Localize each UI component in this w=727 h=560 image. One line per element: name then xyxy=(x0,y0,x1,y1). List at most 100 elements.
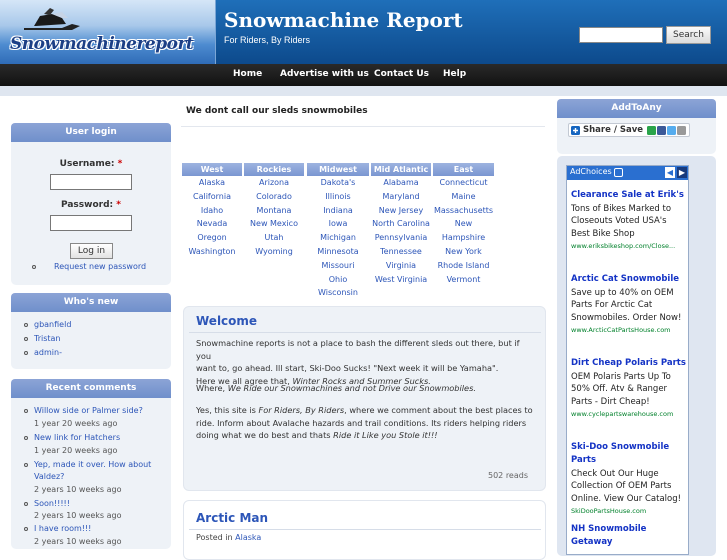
ad-url[interactable]: www.ArcticCatPartsHouse.com xyxy=(571,326,671,334)
username-field[interactable] xyxy=(50,174,132,190)
request-password-link[interactable]: Request new password xyxy=(54,262,146,271)
state-link[interactable]: Michigan xyxy=(307,231,369,245)
nav-advertise[interactable]: Advertise with us xyxy=(280,64,369,86)
state-link[interactable]: Missouri xyxy=(307,259,369,273)
region-column-mid-atlantic: Mid Atlantic Alabama Maryland New Jersey… xyxy=(371,163,431,300)
state-link[interactable]: Wisconsin xyxy=(307,286,369,300)
next-arrow-icon[interactable]: ▶ xyxy=(677,167,687,178)
comment-link[interactable]: New link for Hatchers xyxy=(34,433,120,442)
user-link[interactable]: admin- xyxy=(34,348,62,357)
state-link[interactable]: Tennessee xyxy=(371,245,431,259)
ad-body: Tons of Bikes Marked to Closeouts Voted U… xyxy=(571,204,672,239)
ad-url[interactable]: SkiDooPartsHouse.com xyxy=(571,507,646,515)
state-link[interactable]: Illinois xyxy=(307,190,369,204)
welcome-paragraph-2: Where, We Ride our Snowmachines and not … xyxy=(196,383,476,393)
state-link[interactable]: Washington xyxy=(182,245,242,259)
state-link[interactable]: Pennsylvania xyxy=(371,231,431,245)
state-link[interactable]: Connecticut xyxy=(433,176,494,190)
state-link[interactable]: Dakota's xyxy=(307,176,369,190)
welcome-paragraph-1: Snowmachine reports is not a place to ba… xyxy=(196,338,520,386)
state-link[interactable]: Wyoming xyxy=(244,245,304,259)
state-link[interactable]: Rhode Island xyxy=(433,259,494,273)
nav-home[interactable]: Home xyxy=(233,64,262,86)
ad-title[interactable]: Dirt Cheap Polaris Parts xyxy=(571,358,686,368)
state-link[interactable]: New Jersey xyxy=(371,204,431,218)
state-link[interactable]: Ohio xyxy=(307,273,369,287)
state-link[interactable]: Hampshire xyxy=(433,231,494,245)
divider xyxy=(181,126,545,127)
nav-shadow-strip xyxy=(0,86,727,96)
node-title[interactable]: Welcome xyxy=(196,314,257,328)
site-slogan: For Riders, By Riders xyxy=(224,35,311,45)
state-link[interactable]: Maryland xyxy=(371,190,431,204)
state-link[interactable]: Indiana xyxy=(307,204,369,218)
password-field[interactable] xyxy=(50,215,132,231)
state-link[interactable]: Virginia xyxy=(371,259,431,273)
ad-title[interactable]: Clearance Sale at Erik's xyxy=(571,190,684,200)
ad-title-continued[interactable]: Parts xyxy=(571,455,596,465)
ad-title[interactable]: Arctic Cat Snowmobile xyxy=(571,274,679,284)
state-link[interactable]: Montana xyxy=(244,204,304,218)
state-link[interactable]: Maine xyxy=(433,190,494,204)
state-link[interactable]: Arizona xyxy=(244,176,304,190)
state-link[interactable]: Massachusetts xyxy=(433,204,494,218)
comment-link[interactable]: I have room!!! xyxy=(34,524,91,533)
welcome-paragraph-3: Yes, this site is For Riders, By Riders,… xyxy=(196,405,533,440)
state-link[interactable]: West Virginia xyxy=(371,273,431,287)
state-link[interactable]: New xyxy=(433,217,494,231)
state-link[interactable]: Idaho xyxy=(182,204,242,218)
user-link[interactable]: gbanfield xyxy=(34,320,71,329)
adchoices-bar[interactable]: AdChoices ◀ ▶ xyxy=(567,166,688,180)
site-logo[interactable]: Snowmachinereport xyxy=(0,0,216,64)
state-link[interactable]: Utah xyxy=(244,231,304,245)
state-link[interactable]: Nevada xyxy=(182,217,242,231)
state-link[interactable]: North Carolina xyxy=(371,217,431,231)
state-link[interactable]: Oregon xyxy=(182,231,242,245)
login-button[interactable]: Log in xyxy=(70,243,113,259)
whos-new-block: Who's new xyxy=(11,293,171,369)
state-link[interactable]: Alaska xyxy=(182,176,242,190)
node-title[interactable]: Arctic Man xyxy=(196,511,268,525)
state-link[interactable]: Colorado xyxy=(244,190,304,204)
logo-text: Snowmachinereport xyxy=(10,34,194,54)
region-header[interactable]: Rockies xyxy=(244,163,304,176)
ad-title[interactable]: NH Snowmobile xyxy=(571,524,646,534)
state-link[interactable]: Iowa xyxy=(307,217,369,231)
search-button[interactable]: Search xyxy=(666,26,711,44)
ad-title[interactable]: Ski-Doo Snowmobile xyxy=(571,442,669,452)
region-header[interactable]: Midwest xyxy=(307,163,369,176)
region-header[interactable]: East xyxy=(433,163,494,176)
state-link[interactable]: Alabama xyxy=(371,176,431,190)
posted-in: Posted in Alaska xyxy=(196,533,262,542)
ad-body: Check Out Our Huge Collection Of OEM Part… xyxy=(571,469,682,504)
ad-title-continued[interactable]: Getaway xyxy=(571,537,612,547)
ad-url[interactable]: www.eriksbikeshop.com/Close... xyxy=(571,242,675,250)
comment-link[interactable]: Soon!!!!! xyxy=(34,499,70,508)
ad-url[interactable]: www.cyclepartswarehouse.com xyxy=(571,410,673,418)
comment-link[interactable]: Willow side or Palmer side? xyxy=(34,406,143,415)
comment-link[interactable]: Yep, made it over. How about xyxy=(34,460,151,469)
snowmobile-icon xyxy=(24,8,80,30)
category-link[interactable]: Alaska xyxy=(235,533,261,542)
state-link[interactable]: New York xyxy=(433,245,494,259)
region-header[interactable]: West xyxy=(182,163,242,176)
social-icons xyxy=(647,126,686,135)
state-link[interactable]: New Mexico xyxy=(244,217,304,231)
addtoany-block: AddToAny Share / Save xyxy=(557,99,716,154)
username-label: Username: * xyxy=(59,159,123,169)
state-link[interactable]: Vermont xyxy=(433,273,494,287)
site-name[interactable]: Snowmachine Report xyxy=(224,8,463,32)
prev-arrow-icon[interactable]: ◀ xyxy=(665,167,675,178)
nav-help[interactable]: Help xyxy=(443,64,466,86)
nav-contact[interactable]: Contact Us xyxy=(374,64,429,86)
state-link[interactable]: California xyxy=(182,190,242,204)
block-title: User login xyxy=(11,123,171,142)
comment-link-continued[interactable]: Valdez? xyxy=(34,472,64,481)
user-link[interactable]: Tristan xyxy=(34,334,61,343)
share-save-button[interactable]: Share / Save xyxy=(568,123,690,137)
bullet-icon xyxy=(24,502,28,506)
region-table: West Alaska California Idaho Nevada Oreg… xyxy=(182,163,494,300)
state-link[interactable]: Minnesota xyxy=(307,245,369,259)
region-header[interactable]: Mid Atlantic xyxy=(371,163,431,176)
search-input[interactable] xyxy=(579,27,663,43)
